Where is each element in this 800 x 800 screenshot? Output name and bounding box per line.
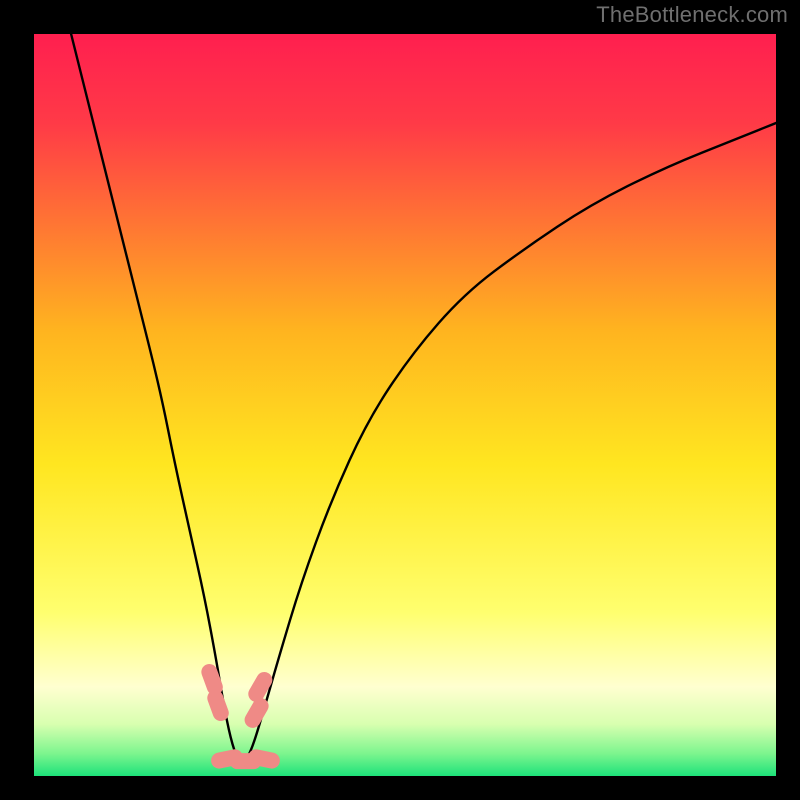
app-frame: TheBottleneck.com	[0, 0, 800, 800]
watermark-text: TheBottleneck.com	[596, 2, 788, 28]
chart-background	[34, 34, 776, 776]
chart-svg	[34, 34, 776, 776]
bottleneck-chart	[34, 34, 776, 776]
